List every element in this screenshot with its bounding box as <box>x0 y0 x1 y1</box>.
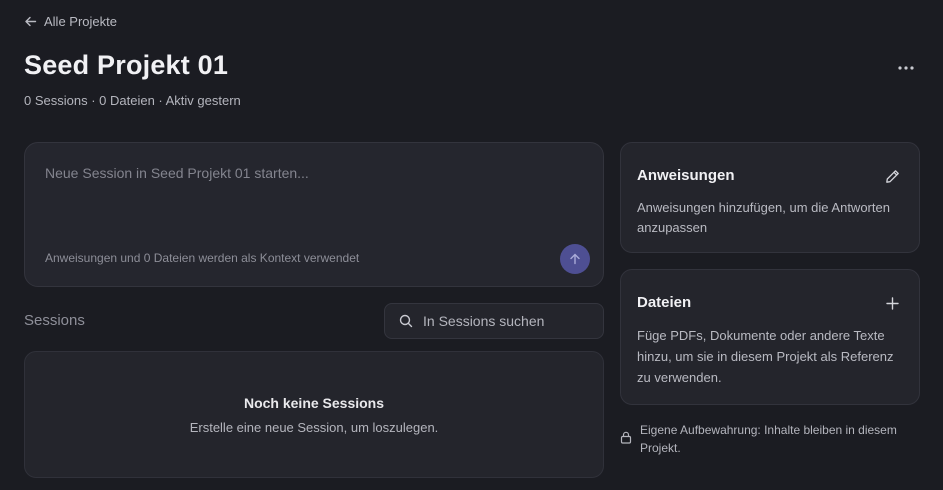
more-horizontal-icon <box>898 66 914 70</box>
context-hint: Anweisungen und 0 Dateien werden als Kon… <box>45 251 360 265</box>
plus-icon <box>885 296 899 310</box>
pencil-icon <box>885 169 899 183</box>
sessions-heading: Sessions <box>24 312 85 329</box>
back-link-label: Alle Projekte <box>44 13 117 29</box>
instructions-body: Anweisungen hinzufügen, um die Antworten… <box>637 200 890 235</box>
storage-note-text: Eigene Aufbewahrung: Inhalte bleiben in … <box>640 423 897 455</box>
lock-icon <box>620 431 632 444</box>
sessions-search[interactable] <box>384 303 604 339</box>
send-button[interactable] <box>560 244 590 274</box>
storage-note: Eigene Aufbewahrung: Inhalte bleiben in … <box>620 421 920 457</box>
new-session-input[interactable] <box>45 165 565 225</box>
project-page: Alle Projekte Seed Projekt 01 0 Sessions… <box>0 0 943 490</box>
edit-instructions-button[interactable] <box>881 165 903 187</box>
arrow-left-icon <box>25 16 37 26</box>
instructions-title: Anweisungen <box>637 167 735 184</box>
session-composer: Anweisungen und 0 Dateien werden als Kon… <box>24 142 604 287</box>
sessions-empty-state: Noch keine Sessions Erstelle eine neue S… <box>24 351 604 478</box>
files-body: Füge PDFs, Dokumente oder andere Texte h… <box>637 328 894 385</box>
page-title: Seed Projekt 01 <box>24 50 229 80</box>
add-file-button[interactable] <box>881 292 903 314</box>
search-icon <box>399 314 413 328</box>
project-meta: 0 Sessions · 0 Dateien · Aktiv gestern <box>24 93 241 108</box>
empty-state-title: Noch keine Sessions <box>243 395 385 411</box>
sessions-search-input[interactable] <box>423 304 598 338</box>
empty-state-subtitle: Erstelle eine neue Session, um loszulege… <box>189 420 439 435</box>
files-title: Dateien <box>637 294 692 311</box>
instructions-card: Anweisungen Anweisungen hinzufügen, um d… <box>620 142 920 253</box>
more-options-button[interactable] <box>892 58 920 78</box>
arrow-up-icon <box>570 253 580 265</box>
files-card: Dateien Füge PDFs, Dokumente oder andere… <box>620 269 920 405</box>
back-link[interactable]: Alle Projekte <box>24 12 117 30</box>
